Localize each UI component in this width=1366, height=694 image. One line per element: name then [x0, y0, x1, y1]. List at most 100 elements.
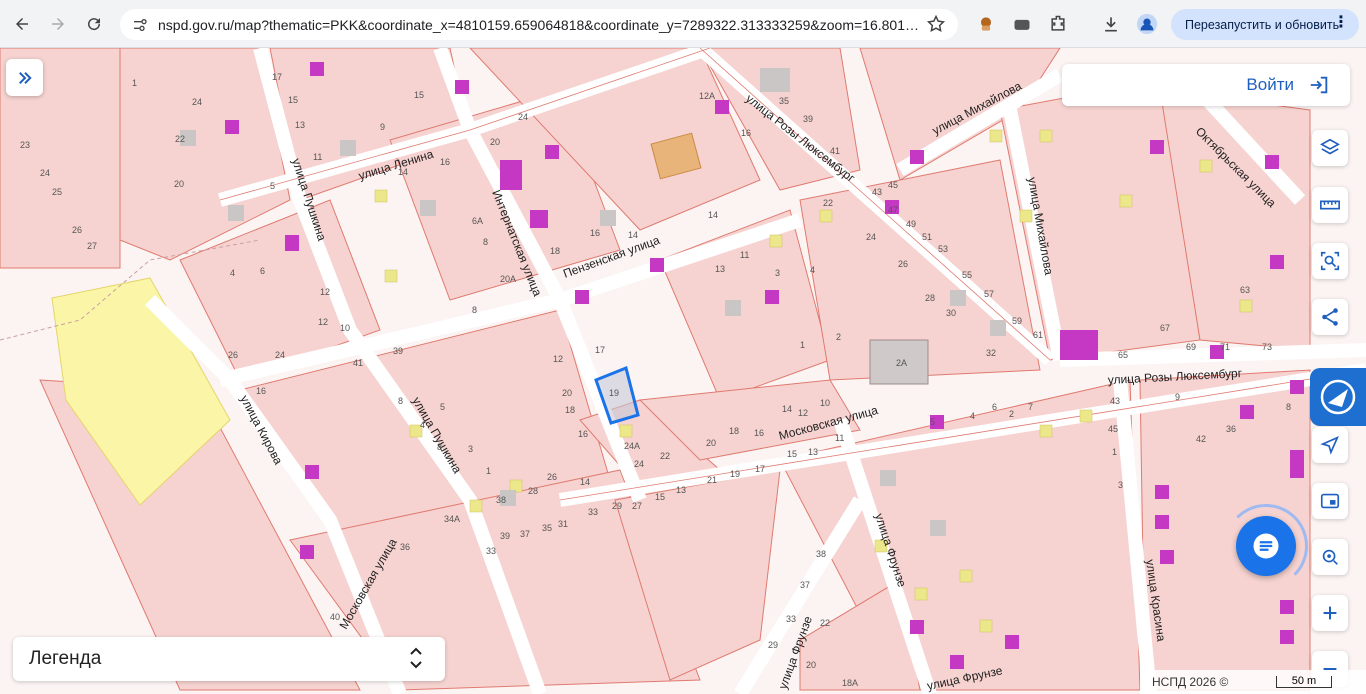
- locate-button[interactable]: [1312, 427, 1348, 463]
- house-number-label: 25: [52, 187, 62, 197]
- site-info-icon[interactable]: [132, 17, 148, 33]
- house-number-label: 16: [578, 429, 588, 439]
- house-number-label: 22: [660, 451, 670, 461]
- house-number-label: 36: [400, 542, 410, 552]
- house-number-label: 55: [962, 270, 972, 280]
- house-number-label: 39: [393, 346, 403, 356]
- house-number-label: 5: [440, 402, 445, 412]
- house-number-label: 2: [836, 332, 841, 342]
- house-number-label: 33: [786, 614, 796, 624]
- house-number-label: 6: [260, 266, 265, 276]
- house-number-label: 27: [87, 241, 97, 251]
- house-number-label: 1: [800, 340, 805, 350]
- share-button[interactable]: [1312, 299, 1348, 335]
- house-number-label: 15: [787, 449, 797, 459]
- app-logo-icon: [1320, 379, 1356, 415]
- house-number-label: 18: [729, 426, 739, 436]
- house-number-label: 35: [779, 96, 789, 106]
- chevron-up-down-icon[interactable]: [407, 645, 425, 671]
- house-number-label: 24: [866, 232, 876, 242]
- house-number-label: 12: [318, 317, 328, 327]
- house-number-label: 8: [483, 237, 488, 247]
- ruler-button[interactable]: [1312, 187, 1348, 223]
- house-number-label: 24: [518, 112, 528, 122]
- house-number-label: 36: [1226, 424, 1236, 434]
- login-label: Войти: [1246, 75, 1294, 94]
- picture-in-picture-icon: [1320, 493, 1340, 509]
- picture-in-picture-button[interactable]: [1312, 483, 1348, 519]
- house-number-label: 13: [295, 120, 305, 130]
- house-number-label: 71: [1220, 342, 1230, 352]
- puzzle-icon[interactable]: [1046, 12, 1070, 36]
- map-canvas[interactable]: улица Ленина улица Пушкина Интернатская …: [0, 48, 1366, 694]
- house-number-label: 24: [40, 168, 50, 178]
- house-number-label: 14: [782, 404, 792, 414]
- house-number-label: 16: [754, 428, 764, 438]
- house-number-label: 10: [820, 398, 830, 408]
- relaunch-label: Перезапустить и обновить: [1185, 17, 1340, 32]
- pin-search-button[interactable]: [1312, 539, 1348, 575]
- scale-bar: 50 m: [1276, 676, 1332, 688]
- house-number-label: 43: [872, 187, 882, 197]
- house-number-label: 4: [970, 411, 975, 421]
- pin-search-icon: [1322, 549, 1338, 565]
- house-number-label: 39: [803, 114, 813, 124]
- reload-icon[interactable]: [80, 10, 108, 38]
- house-number-label: 14: [398, 167, 408, 177]
- house-number-label: 5: [270, 181, 275, 191]
- house-number-label: 14: [580, 477, 590, 487]
- house-number-label: 39: [500, 531, 510, 541]
- house-number-label: 47: [888, 205, 898, 215]
- house-number-label: 40: [330, 612, 340, 622]
- house-number-label: 4: [230, 268, 235, 278]
- house-number-label: 1: [132, 78, 137, 88]
- house-number-label: 17: [755, 464, 765, 474]
- cadastral-map[interactable]: улица Ленина улица Пушкина Интернатская …: [0, 48, 1366, 694]
- house-number-label: 22: [175, 134, 185, 144]
- download-icon[interactable]: [1099, 12, 1123, 36]
- expand-panel-button[interactable]: [6, 59, 43, 96]
- profile-icon[interactable]: [1135, 12, 1159, 36]
- house-number-label: 22: [823, 198, 833, 208]
- house-number-label: 1: [486, 466, 491, 476]
- house-number-label: 16: [741, 128, 751, 138]
- house-number-label: 11: [313, 152, 322, 162]
- legend-label: Легенда: [29, 648, 102, 669]
- search-area-button[interactable]: [1312, 243, 1348, 279]
- house-number-label: 41: [830, 146, 840, 156]
- house-number-label: 12А: [699, 91, 715, 101]
- house-number-label: 34А: [444, 514, 460, 524]
- house-number-label: 28: [925, 293, 935, 303]
- back-icon[interactable]: [8, 10, 36, 38]
- address-bar[interactable]: nspd.gov.ru/map?thematic=PKK&coordinate_…: [120, 9, 958, 40]
- side-tab-button[interactable]: [1310, 368, 1366, 426]
- extension-icon[interactable]: [974, 12, 998, 36]
- zoom-in-button[interactable]: [1312, 595, 1348, 631]
- legend-panel[interactable]: Легенда: [13, 637, 445, 681]
- house-number-label: 12: [798, 408, 808, 418]
- layers-button[interactable]: [1312, 130, 1348, 166]
- login-button[interactable]: Войти: [1062, 64, 1350, 106]
- house-number-label: 15: [414, 90, 424, 100]
- search-area-icon: [1320, 251, 1340, 271]
- wallet-icon[interactable]: [1010, 12, 1034, 36]
- zoom-in-icon: [1323, 606, 1337, 620]
- house-number-label: 49: [906, 219, 916, 229]
- house-number-label: 14: [708, 210, 718, 220]
- house-number-label: 38: [816, 549, 826, 559]
- house-number-label: 20: [174, 179, 184, 189]
- house-number-label: 33: [588, 507, 598, 517]
- house-number-label: 19: [609, 388, 619, 398]
- house-number-label: 8: [472, 305, 477, 315]
- relaunch-button[interactable]: Перезапустить и обновить ⋮: [1171, 9, 1359, 40]
- chat-button[interactable]: [1236, 516, 1296, 576]
- house-number-label: 24: [275, 350, 285, 360]
- menu-icon[interactable]: ⋮: [1333, 15, 1349, 31]
- house-number-label: 12: [320, 287, 330, 297]
- house-number-label: 67: [1160, 323, 1170, 333]
- url-text[interactable]: nspd.gov.ru/map?thematic=PKK&coordinate_…: [158, 17, 918, 33]
- forward-icon[interactable]: [44, 10, 72, 38]
- star-icon[interactable]: [926, 14, 946, 34]
- house-number-label: 51: [922, 232, 932, 242]
- house-number-label: 8: [398, 396, 403, 406]
